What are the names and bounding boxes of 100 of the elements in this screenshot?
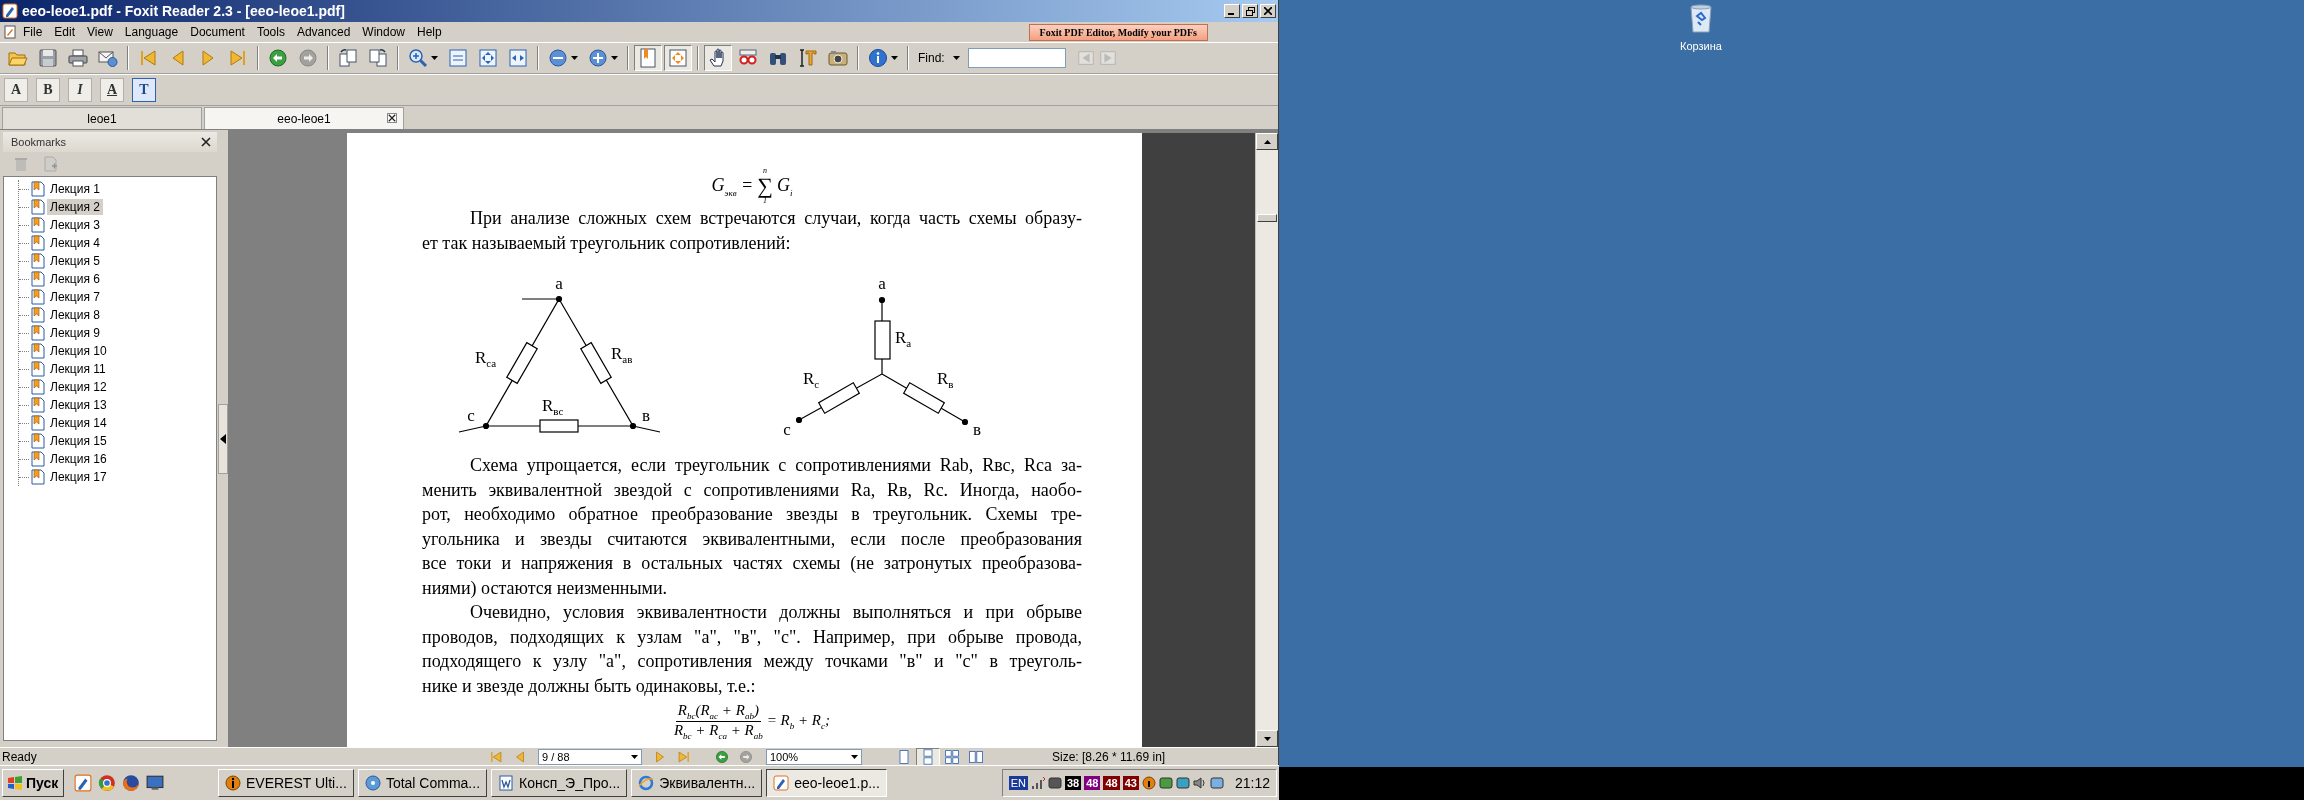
node-label: а (555, 274, 563, 293)
tray-badge[interactable]: 38 (1064, 776, 1082, 790)
taskbar-button[interactable]: Консп_Э_Про... (491, 769, 628, 797)
taskbar-button[interactable]: Total Comma... (357, 769, 488, 797)
disk-icon (364, 775, 381, 791)
bookmark-page-icon (31, 451, 45, 467)
format-button[interactable]: B (36, 78, 60, 102)
info-icon (868, 48, 888, 68)
bookmark-page-icon (31, 235, 45, 251)
bookmark-item[interactable]: Лекция 9 (47, 325, 103, 341)
tab-close-icon[interactable] (387, 113, 397, 123)
bookmark-item[interactable]: Лекция 15 (47, 433, 110, 449)
pdf-icon[interactable] (74, 774, 92, 792)
bookmark-item[interactable]: Лекция 7 (47, 289, 103, 305)
taskbar-button[interactable]: eeo-leoe1.p... (766, 769, 887, 797)
menu-item[interactable]: View (81, 23, 119, 41)
menu-item[interactable]: Language (118, 23, 185, 41)
previous-page-icon (513, 749, 527, 764)
view-mode-button[interactable] (916, 747, 940, 766)
ad-banner[interactable]: Foxit PDF Editor, Modify your PDFs (1028, 23, 1208, 41)
info-icon (225, 775, 241, 791)
menu-item[interactable]: Window (356, 23, 411, 41)
scroll-thumb[interactable] (1257, 214, 1277, 222)
taskbar-button[interactable]: EVEREST Ulti... (218, 769, 354, 797)
bookmark-item[interactable]: Лекция 2 (47, 199, 103, 215)
page-number-field[interactable]: 9 / 88 (538, 748, 642, 765)
format-button[interactable]: T (132, 78, 156, 102)
collapse-handle[interactable] (217, 403, 228, 474)
bookmark-item[interactable]: Лекция 16 (47, 451, 110, 467)
resistor-label: R$_{са}$ (475, 348, 497, 369)
dropdown-caret-icon[interactable] (952, 56, 960, 60)
tray-badge[interactable]: 43 (1122, 776, 1139, 790)
close-icon[interactable] (201, 137, 211, 147)
taskbar-button[interactable]: Эквивалентн... (631, 769, 763, 797)
close-icon (1264, 7, 1272, 15)
bookmark-item[interactable]: Лекция 10 (47, 343, 110, 359)
menu-item[interactable]: Advanced (290, 23, 357, 41)
restore-icon (1245, 6, 1255, 16)
magnifier-icon (408, 48, 428, 68)
previous-icon (1076, 48, 1095, 68)
format-button[interactable]: A (4, 78, 28, 102)
bookmark-item[interactable]: Лекция 3 (47, 217, 103, 233)
forward-icon (739, 749, 753, 764)
vertical-scrollbar[interactable] (1255, 133, 1278, 747)
node-label: с (467, 406, 475, 425)
next-icon (1098, 48, 1117, 68)
scroll-up-icon[interactable] (1263, 139, 1271, 144)
language-indicator[interactable]: EN (1008, 776, 1028, 790)
tray-badge[interactable]: 48 (1103, 776, 1120, 790)
document-tab[interactable]: leoe1 (2, 107, 202, 129)
format-button[interactable]: A (100, 78, 124, 102)
scroll-down-icon[interactable] (1263, 736, 1271, 741)
info-icon[interactable] (1141, 776, 1156, 790)
start-button[interactable]: Пуск (2, 769, 64, 797)
bookmark-item[interactable]: Лекция 1 (47, 181, 103, 197)
printer-icon (68, 48, 88, 68)
text-cursor-icon (798, 48, 818, 68)
format-button[interactable]: I (68, 78, 92, 102)
fit-visible-icon (668, 48, 688, 68)
close-button[interactable] (1260, 4, 1276, 18)
bookmarks-button[interactable] (634, 45, 662, 71)
bookmark-item[interactable]: Лекция 8 (47, 307, 103, 323)
caret-icon (431, 56, 438, 60)
signal-icon[interactable] (1030, 776, 1045, 790)
bookmark-item[interactable]: Лекция 6 (47, 271, 103, 287)
window-title: eeo-leoe1.pdf - Foxit Reader 2.3 - [eeo-leoe1.pdf] (22, 3, 346, 19)
menu-item[interactable]: File (17, 23, 49, 41)
browser-icon[interactable] (98, 774, 116, 792)
zoom-field[interactable]: 100% (766, 748, 862, 765)
bookmark-item[interactable]: Лекция 4 (47, 235, 103, 251)
bookmark-item[interactable]: Лекция 13 (47, 397, 110, 413)
bookmark-item[interactable]: Лекция 12 (47, 379, 110, 395)
bookmark-page-icon (31, 415, 45, 431)
desktop-icon[interactable] (146, 774, 164, 792)
minimize-button[interactable] (1224, 4, 1240, 18)
menu-item[interactable]: Help (411, 23, 448, 41)
resistor-label: R$_{с}$ (803, 369, 820, 390)
find-field[interactable] (967, 48, 1066, 68)
browser-icon[interactable] (122, 774, 140, 792)
resistor-label: R$_{а}$ (895, 328, 912, 349)
hand-button[interactable] (704, 45, 732, 71)
node-label: в (642, 406, 650, 425)
computer-icon (1209, 776, 1224, 790)
menu-item[interactable]: Tools (250, 23, 291, 41)
fit-visible-button[interactable] (664, 45, 692, 71)
recycle-bin-icon[interactable] (1689, 4, 1713, 34)
rotate-left-icon (338, 48, 358, 68)
speaker-icon[interactable] (1192, 776, 1207, 790)
tray-badge[interactable]: 48 (1084, 776, 1101, 790)
bookmark-item[interactable]: Лекция 17 (47, 469, 110, 485)
two-page-icon (968, 748, 984, 765)
document-tab[interactable]: eeo-leoe1 (204, 107, 404, 129)
node-label: с (783, 420, 791, 439)
bookmark-item[interactable]: Лекция 5 (47, 253, 103, 269)
bookmark-item[interactable]: Лекция 11 (47, 361, 109, 377)
resistor-label: R$_{ав}$ (611, 344, 633, 365)
menu-item[interactable]: Document (184, 23, 251, 41)
bookmark-item[interactable]: Лекция 14 (47, 415, 110, 431)
restore-button[interactable] (1242, 4, 1258, 18)
menu-item[interactable]: Edit (48, 23, 82, 41)
